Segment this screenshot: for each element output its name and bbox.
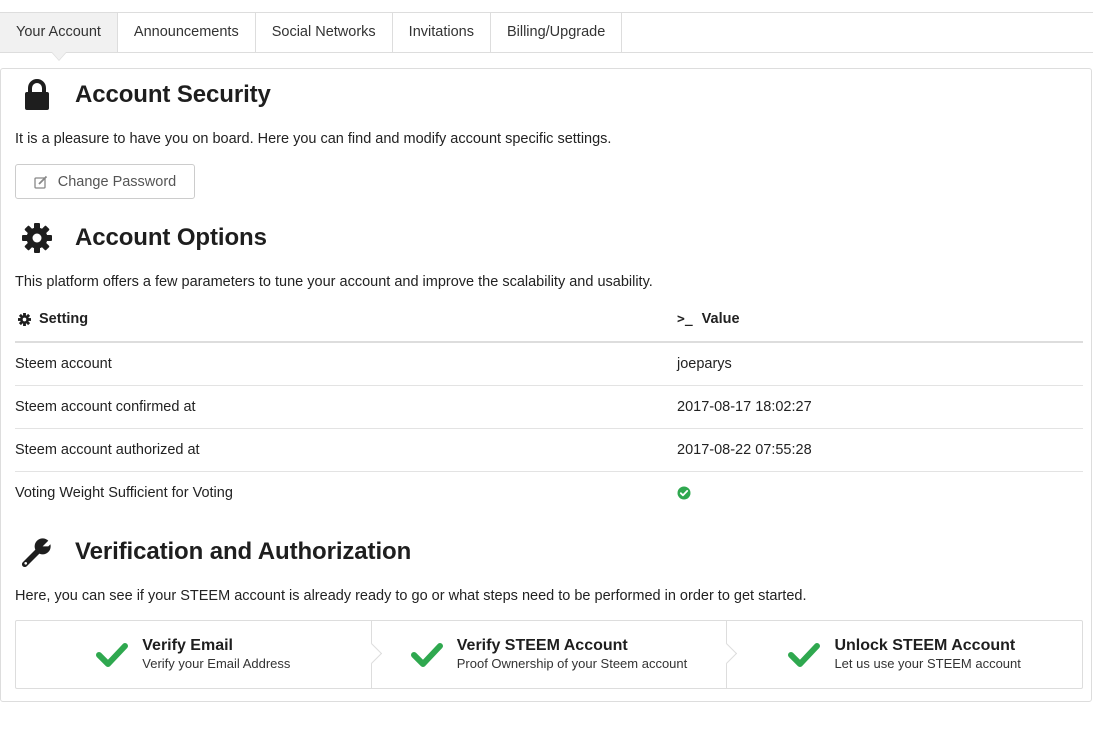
tab-bar: Your Account Announcements Social Networ…: [0, 12, 1093, 61]
table-row: Voting Weight Sufficient for Voting: [15, 472, 1083, 514]
value-header-label: Value: [701, 311, 740, 327]
verification-title: Verification and Authorization: [75, 538, 412, 565]
settings-table: Setting >_ Value Steem account joeparys …: [15, 297, 1083, 514]
edit-icon: [34, 175, 58, 189]
verification-header: Verification and Authorization: [21, 536, 411, 568]
step-unlock-steem-account[interactable]: Unlock STEEM Account Let us use your STE…: [726, 621, 1082, 688]
table-row: Steem account confirmed at 2017-08-17 18…: [15, 386, 1083, 429]
setting-cell: Steem account: [15, 356, 112, 372]
checkmark-icon: [788, 642, 821, 668]
security-header: Account Security: [21, 79, 271, 111]
table-row: Steem account joeparys: [15, 343, 1083, 386]
value-cell: joeparys: [677, 356, 732, 372]
options-title: Account Options: [75, 224, 267, 251]
step-subtitle: Proof Ownership of your Steem account: [456, 655, 688, 671]
tab-billing-upgrade[interactable]: Billing/Upgrade: [491, 13, 623, 52]
security-description: It is a pleasure to have you on board. H…: [15, 131, 612, 147]
value-cell: 2017-08-17 18:02:27: [677, 399, 812, 415]
check-circle-icon: [677, 486, 691, 500]
security-title: Account Security: [75, 81, 271, 108]
step-subtitle: Let us use your STEEM account: [834, 655, 1021, 671]
options-header: Account Options: [21, 222, 267, 254]
tab-invitations[interactable]: Invitations: [393, 13, 491, 52]
value-cell: [677, 486, 691, 500]
setting-header-label: Setting: [39, 311, 89, 327]
checkmark-icon: [96, 642, 129, 668]
value-cell: 2017-08-22 07:55:28: [677, 442, 812, 458]
verification-steps: Verify Email Verify your Email Address V…: [15, 620, 1083, 689]
setting-cell: Voting Weight Sufficient for Voting: [15, 485, 233, 501]
setting-cell: Steem account confirmed at: [15, 399, 196, 415]
change-password-button[interactable]: Change Password: [15, 164, 195, 199]
change-password-label: Change Password: [57, 173, 177, 190]
step-subtitle: Verify your Email Address: [142, 655, 291, 671]
tab-your-account[interactable]: Your Account: [0, 13, 118, 61]
table-header: Setting >_ Value: [15, 297, 1083, 343]
options-description: This platform offers a few parameters to…: [15, 274, 653, 290]
gear-icon: [21, 222, 53, 254]
lock-icon: [21, 79, 53, 111]
step-verify-email[interactable]: Verify Email Verify your Email Address: [16, 621, 371, 688]
step-verify-steem-account[interactable]: Verify STEEM Account Proof Ownership of …: [370, 621, 727, 688]
setting-cell: Steem account authorized at: [15, 442, 200, 458]
step-title: Verify STEEM Account: [456, 636, 628, 654]
step-title: Unlock STEEM Account: [834, 636, 1016, 654]
gear-icon: [15, 312, 39, 326]
tab-social-networks[interactable]: Social Networks: [256, 13, 393, 52]
wrench-icon: [21, 536, 53, 568]
checkmark-icon: [410, 642, 443, 668]
verification-description: Here, you can see if your STEEM account …: [15, 588, 807, 604]
account-panel: Account Security It is a pleasure to hav…: [0, 68, 1092, 702]
table-row: Steem account authorized at 2017-08-22 0…: [15, 429, 1083, 472]
step-title: Verify Email: [142, 636, 233, 654]
tab-announcements[interactable]: Announcements: [118, 13, 256, 52]
terminal-icon: >_: [677, 311, 693, 327]
